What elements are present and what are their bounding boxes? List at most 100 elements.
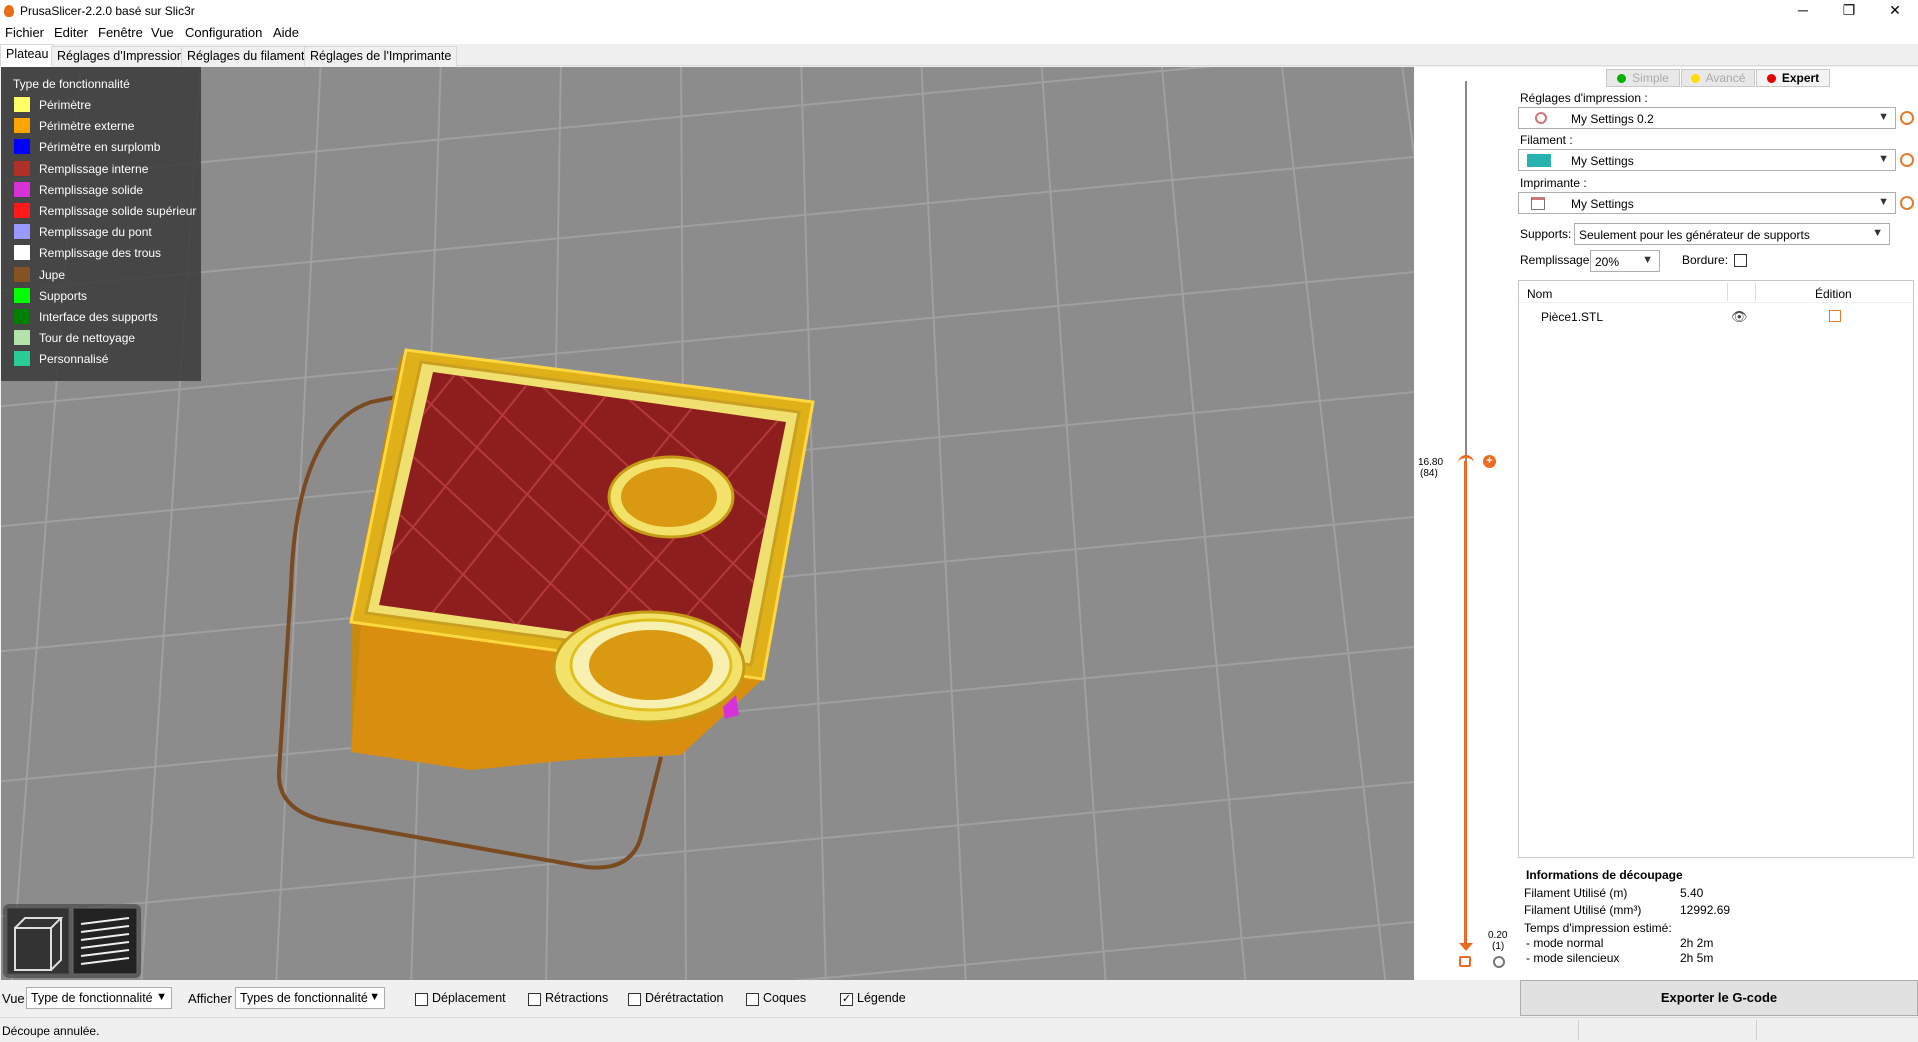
legend-item-label: Interface des supports: [39, 310, 158, 324]
preview-bottom-toolbar: Vue Type de fonctionnalité ▼ Afficher Ty…: [0, 980, 1520, 1016]
filament-combo[interactable]: My Settings ▼: [1518, 149, 1896, 171]
legend-title: Type de fonctionnalité: [13, 77, 130, 91]
slice-info-title: Informations de découpage: [1526, 868, 1683, 882]
brim-checkbox[interactable]: [1734, 254, 1747, 267]
legend-color-swatch: [13, 223, 31, 241]
print-settings-combo[interactable]: My Settings 0.2 ▼: [1518, 107, 1896, 129]
3d-preview-canvas[interactable]: Type de fonctionnalité Périmètre Périmètr…: [1, 67, 1414, 980]
printer-combo[interactable]: My Settings ▼: [1518, 192, 1896, 214]
visibility-eye-icon[interactable]: 👁: [1731, 309, 1748, 325]
window-title: PrusaSlicer-2.2.0 basé sur Slic3r: [20, 4, 195, 18]
edit-object-icon[interactable]: [1829, 310, 1841, 322]
tab-printer-settings[interactable]: Réglages de l'Imprimante: [304, 46, 458, 66]
infill-label: Remplissage:: [1520, 253, 1593, 267]
mode-expert-button[interactable]: Expert: [1756, 69, 1830, 87]
layer-slider-top-handle[interactable]: [1458, 455, 1474, 465]
printer-icon: [1531, 197, 1545, 210]
deretraction-checkbox[interactable]: [628, 993, 641, 1006]
list-item[interactable]: Pièce1.STL 👁: [1519, 307, 1913, 327]
infill-combo[interactable]: 20% ▼: [1590, 250, 1660, 272]
filament-edit-gear-icon[interactable]: [1900, 153, 1914, 167]
legend-color-swatch: [13, 117, 31, 135]
legend-color-swatch: [13, 265, 31, 283]
menu-view[interactable]: Vue: [151, 25, 174, 40]
chevron-down-icon: ▼: [1878, 111, 1889, 123]
legend-color-swatch: [13, 180, 31, 198]
view-toggle-panel: [3, 904, 141, 978]
legend-item-label: Remplissage interne: [39, 161, 149, 176]
column-name-header[interactable]: Nom: [1527, 287, 1552, 301]
view-label: Vue: [2, 991, 25, 1006]
retractions-checkbox[interactable]: [528, 993, 541, 1006]
status-divider: [1756, 1020, 1757, 1040]
normal-mode-value: 2h 2m: [1680, 936, 1714, 950]
print-settings-edit-gear-icon[interactable]: [1900, 111, 1914, 125]
legend-color-swatch: [13, 159, 31, 177]
mode-advanced-button[interactable]: Avancé: [1681, 69, 1755, 87]
shells-label: Coques: [763, 991, 807, 1005]
slider-settings-gear-icon[interactable]: [1493, 956, 1505, 968]
print-settings-label: Réglages d'impression :: [1520, 91, 1648, 105]
filament-used-mm3-value: 12992.69: [1680, 903, 1731, 917]
brim-label: Bordure:: [1682, 253, 1729, 267]
mode-simple-button[interactable]: Simple: [1606, 69, 1680, 87]
menu-edit[interactable]: Editer: [54, 25, 88, 40]
upper-hole-inner: [621, 467, 717, 527]
layer-top-index: (84): [1420, 468, 1438, 479]
legend-item-label: Remplissage solide: [39, 182, 144, 197]
filament-used-m-value: 5.40: [1680, 886, 1704, 900]
legend-item-label: Jupe: [39, 267, 66, 282]
tab-filament-settings[interactable]: Réglages du filament: [181, 46, 311, 66]
menu-file[interactable]: Fichier: [5, 25, 44, 40]
menu-window[interactable]: Fenêtre: [98, 25, 143, 40]
menu-configuration[interactable]: Configuration: [185, 25, 262, 40]
legend-item-label: Périmètre externe: [39, 119, 135, 134]
column-divider: [1755, 283, 1756, 301]
column-edit-header[interactable]: Édition: [1815, 287, 1852, 301]
layers-view-icon[interactable]: [72, 907, 138, 975]
legend-color-swatch: [13, 202, 31, 219]
export-gcode-button[interactable]: Exporter le G-code: [1520, 980, 1918, 1016]
filament-used-m-label: Filament Utilisé (m): [1524, 886, 1628, 900]
supports-combo[interactable]: Seulement pour les générateur de support…: [1574, 223, 1890, 245]
filament-color-swatch: [1527, 154, 1551, 167]
title-bar: PrusaSlicer-2.2.0 basé sur Slic3r ─ ❐ ✕: [0, 0, 1918, 22]
lock-icon[interactable]: [1459, 956, 1471, 967]
show-label: Afficher: [188, 991, 232, 1006]
legend-item-label: Remplissage solide supérieur: [39, 204, 197, 218]
add-color-change-icon[interactable]: +: [1483, 455, 1496, 468]
advanced-mode-dot-icon: [1690, 74, 1700, 83]
minimize-button[interactable]: ─: [1780, 0, 1826, 22]
legend-item-label: Personnalisé: [39, 352, 109, 367]
layer-slider-bottom-handle[interactable]: [1459, 943, 1473, 951]
chevron-down-icon: ▼: [369, 991, 380, 1003]
legend-color-swatch: [13, 286, 31, 304]
printer-edit-gear-icon[interactable]: [1900, 196, 1914, 210]
object-name: Pièce1.STL: [1541, 310, 1604, 324]
tab-plater[interactable]: Plateau: [0, 44, 55, 67]
show-types-combo[interactable]: Types de fonctionnalité ▼: [235, 987, 385, 1009]
tab-print-settings[interactable]: Réglages d'Impression: [51, 46, 190, 66]
layer-bottom-index: (1): [1492, 941, 1505, 952]
filament-used-mm3-label: Filament Utilisé (mm³): [1524, 903, 1642, 917]
shells-checkbox[interactable]: [746, 993, 759, 1006]
close-button[interactable]: ✕: [1872, 0, 1918, 22]
legend-item-label: Périmètre: [39, 98, 92, 112]
status-text: Découpe annulée.: [2, 1024, 100, 1038]
legend-checkbox[interactable]: ✓: [840, 993, 853, 1006]
feature-type-legend: Type de fonctionnalité Périmètre Périmètr…: [1, 67, 201, 381]
menu-help[interactable]: Aide: [273, 25, 299, 40]
maximize-button[interactable]: ❐: [1826, 0, 1872, 22]
view-type-combo[interactable]: Type de fonctionnalité ▼: [26, 987, 172, 1009]
layer-slider-track[interactable]: [1465, 81, 1467, 461]
chevron-down-icon: ▼: [1872, 227, 1883, 239]
retractions-label: Rétractions: [545, 991, 609, 1005]
3d-view-icon[interactable]: [6, 907, 70, 975]
travel-checkbox[interactable]: [415, 993, 428, 1006]
legend-color-swatch: [13, 350, 31, 368]
chevron-down-icon: ▼: [156, 991, 167, 1003]
legend-color-swatch: [13, 138, 31, 156]
sliced-object[interactable]: [1, 67, 1414, 980]
column-divider: [1727, 283, 1728, 301]
legend-color-swatch: [13, 244, 31, 262]
